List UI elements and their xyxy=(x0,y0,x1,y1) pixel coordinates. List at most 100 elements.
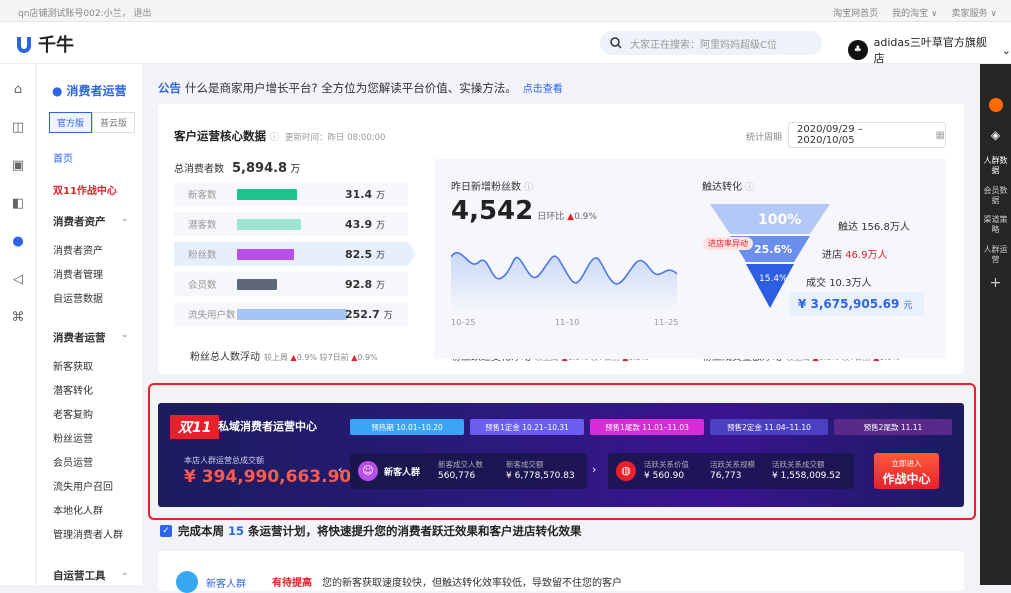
chevron-down-icon: ⌄ xyxy=(121,214,129,224)
layers-icon[interactable]: ◈ xyxy=(980,129,1011,141)
metric-number: 82.5 xyxy=(345,247,373,261)
funnel-level-deal xyxy=(746,264,794,308)
checkbox-icon[interactable]: ✓ xyxy=(160,525,172,537)
sidebar-item-label: 老客复购 xyxy=(53,410,93,421)
metric-unit: 万 xyxy=(375,280,385,291)
funnel-pct-3: 15.4% xyxy=(759,274,788,284)
gmv-number: ¥ 3,675,905.69 xyxy=(798,297,900,311)
sidebar-item[interactable]: 消费者管理 xyxy=(53,266,103,281)
x-label-2: 11–10 xyxy=(555,318,580,327)
double11-banner[interactable]: 双11 私域消费者运营中心 预热期 10.01–10.20 预售1定金 10.21… xyxy=(158,403,964,507)
metric-value: 31.4 万 xyxy=(345,188,385,201)
sidebar-item[interactable]: 粉丝运营 xyxy=(53,430,93,445)
metric-unit: 万 xyxy=(383,310,393,321)
plus-icon[interactable]: + xyxy=(980,276,1011,290)
sidebar-item[interactable]: 自运营数据 xyxy=(53,290,103,305)
funnel-reach: 触达 156.8万人 xyxy=(838,218,910,233)
my-taobao-link[interactable]: 我的淘宝 ∨ xyxy=(892,6,937,19)
enter-war-room-button[interactable]: 立即进入 作战中心 xyxy=(874,453,939,489)
visit-rate-alert-badge[interactable]: 进店率异动 xyxy=(703,237,753,250)
logout-link[interactable]: 退出 xyxy=(134,9,152,19)
metric-row[interactable]: 流失用户数 252.7 万 xyxy=(174,302,408,326)
sidebar-item[interactable]: 消费者资产 ⌄ xyxy=(53,214,129,229)
search-input[interactable]: 大家正在搜索：阿里妈妈超级C位 xyxy=(600,31,822,55)
marketing-icon[interactable]: ◁ xyxy=(10,272,26,288)
phase-tab[interactable]: 预售2定金 11.04–11.10 xyxy=(710,419,828,435)
calendar-icon[interactable]: ◧ xyxy=(10,196,26,212)
rail-member-data[interactable]: 会员数据 xyxy=(980,186,1011,206)
metric-unit: 万 xyxy=(375,220,385,231)
phase-tab[interactable]: 预热期 10.01–10.20 xyxy=(350,419,464,435)
metric-row[interactable]: 会员数 92.8 万 xyxy=(174,272,408,296)
sidebar-item-label: 自运营数据 xyxy=(53,294,103,305)
icon-rail: ⌂ ◫ ▣ ◧ ● ◁ ⌘ xyxy=(0,64,36,585)
core-title-text: 客户运营核心数据 xyxy=(174,129,266,143)
sidebar-item[interactable]: 流失用户召回 xyxy=(53,478,113,493)
taobao-home-link[interactable]: 淘宝网首页 xyxy=(833,6,878,19)
sidebar-item[interactable]: 双11作战中心 xyxy=(53,182,117,197)
consumer-icon[interactable]: ● xyxy=(10,234,26,250)
gmv-unit: 元 xyxy=(903,300,913,311)
metric-row[interactable]: 新客数 31.4 万 xyxy=(174,182,408,206)
plan-card-segment[interactable]: 新客人群 xyxy=(206,575,246,590)
metric-row[interactable]: 粉丝数 82.5 万 xyxy=(174,242,408,266)
funnel-pct-1: 100% xyxy=(758,212,802,228)
x-label-3: 11–25 xyxy=(654,318,679,327)
fans-value: 4,542 日环比 ▲0.9% xyxy=(451,196,597,226)
announcement: 公告 什么是商家用户增长平台? 全方位为您解读平台价值、实操方法。 点击查看 xyxy=(158,80,563,96)
sidebar-item[interactable]: 会员运营 xyxy=(53,454,93,469)
rail-channel-strategy[interactable]: 渠道策略 xyxy=(980,215,1011,235)
phase-tab[interactable]: 预售2尾款 11.11 xyxy=(834,419,952,435)
fans-cmp-label: 日环比 xyxy=(537,212,565,222)
stat-label: 粉丝总人数浮动 xyxy=(190,352,260,363)
fans-trend-chart xyxy=(451,252,677,312)
sidebar-item[interactable]: 自运营工具 ⌄ xyxy=(53,568,129,583)
seg1-name: 新客人群 xyxy=(384,468,421,478)
phase-tab[interactable]: 预售1尾款 11.01–11.03 xyxy=(590,419,704,435)
gmv-value: ¥ 3,675,905.69 元 xyxy=(790,292,924,316)
metric-number: 92.8 xyxy=(345,277,373,291)
sidebar-item[interactable]: 新客获取 xyxy=(53,358,93,373)
shop-switcher[interactable]: ♣ adidas三叶草官方旗舰店 ⌄ xyxy=(848,34,1011,66)
fluctuation-stat: 粉丝总人数浮动 较上周 ▲0.9% 较7日前 ▲0.9% xyxy=(190,348,378,363)
date-range-picker[interactable]: 2020/09/29 – 2020/10/05 ▦ xyxy=(788,122,946,148)
new-customer-avatar-icon xyxy=(176,571,198,593)
cta-small-text: 立即进入 xyxy=(891,459,922,468)
rail-crowd-ops[interactable]: 人群运营 xyxy=(980,245,1011,265)
metric-unit: 万 xyxy=(375,190,385,201)
shop-name: adidas三叶草官方旗舰店 xyxy=(873,36,987,65)
sidebar-item-label: 首页 xyxy=(53,154,73,165)
order-icon[interactable]: ▣ xyxy=(10,158,26,174)
nav-title-text: 消费者运营 xyxy=(66,84,127,98)
sidebar-item[interactable]: 老客复购 xyxy=(53,406,93,421)
rail-crowd-data[interactable]: 人群数据 xyxy=(980,156,1011,176)
metric-row[interactable]: 潜客数 43.9 万 xyxy=(174,212,408,236)
apps-icon[interactable]: ⌘ xyxy=(10,310,26,326)
sidebar-item-label: 消费者资产 xyxy=(53,216,106,228)
goods-icon[interactable]: ◫ xyxy=(10,120,26,136)
seller-service-link[interactable]: 卖家服务 ∨ xyxy=(952,6,997,19)
help-icon[interactable]: ⓘ xyxy=(524,183,533,193)
sidebar-item[interactable]: 管理消费者人群 xyxy=(53,526,123,541)
chevron-right-icon[interactable]: › xyxy=(592,463,596,476)
qianniu-logo[interactable]: 千牛 xyxy=(14,31,74,57)
pumpkin-icon[interactable] xyxy=(980,98,1011,115)
phase-tab[interactable]: 预售1定金 10.21–10.31 xyxy=(470,419,584,435)
chevron-down-icon: ⌄ xyxy=(121,330,129,340)
seg1-label-2: 新客成交额 xyxy=(506,460,544,469)
sidebar-item[interactable]: 首页 xyxy=(53,150,73,165)
cloud-version-tab[interactable]: 普云版 xyxy=(92,112,136,133)
sidebar-item[interactable]: 潜客转化 xyxy=(53,382,93,397)
sidebar-item[interactable]: 本地化人群 xyxy=(53,502,103,517)
metric-label: 新客数 xyxy=(188,190,217,201)
sidebar-item[interactable]: 消费者运营 ⌄ xyxy=(53,330,129,345)
help-icon[interactable]: ⓘ xyxy=(270,133,279,143)
home-icon[interactable]: ⌂ xyxy=(10,82,26,98)
sidebar-item[interactable]: 消费者资产 xyxy=(53,242,103,257)
announcement-link[interactable]: 点击查看 xyxy=(523,84,563,95)
metric-value: 43.9 万 xyxy=(345,218,385,231)
official-version-tab[interactable]: 官方版 xyxy=(49,112,93,133)
sidebar-item-label: 管理消费者人群 xyxy=(53,530,123,541)
help-icon[interactable]: ⓘ xyxy=(745,183,754,193)
chevron-left-icon[interactable]: ‹ xyxy=(338,463,342,476)
